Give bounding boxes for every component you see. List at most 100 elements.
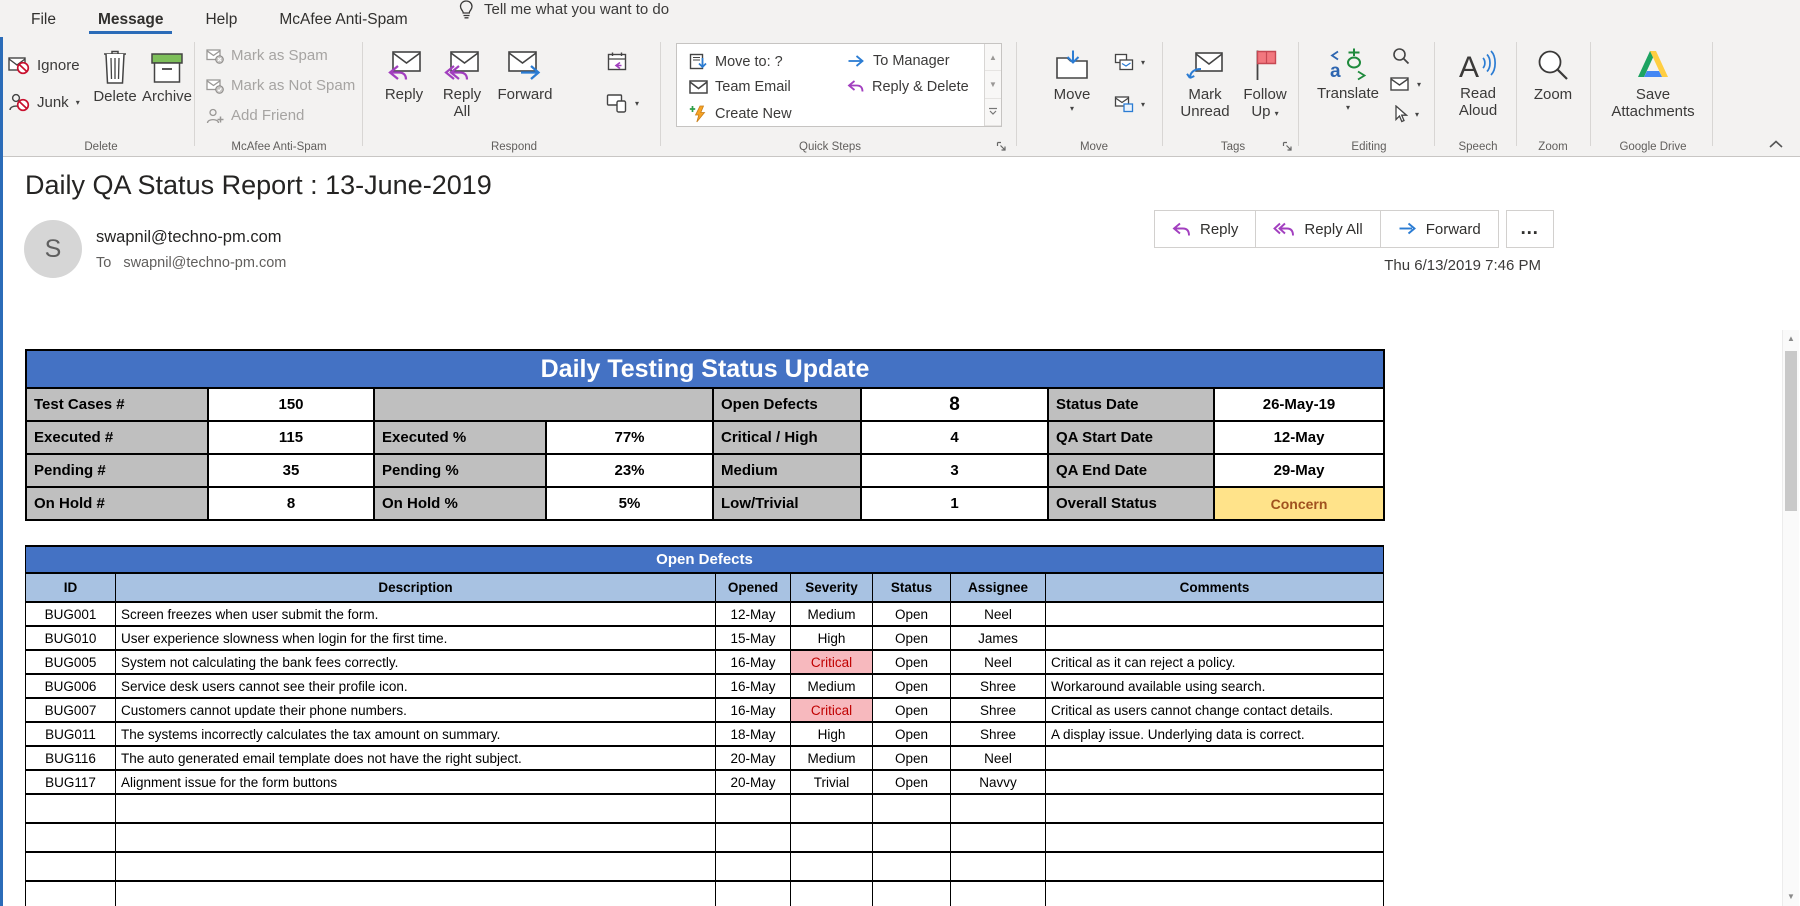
group-label-quick-steps: Quick Steps xyxy=(666,141,994,153)
summary-label: Pending % xyxy=(374,454,546,487)
reply-all-button[interactable]: Reply All xyxy=(434,43,490,120)
delete-label: Delete xyxy=(93,89,136,106)
ignore-button[interactable]: Ignore xyxy=(8,55,80,75)
scroll-down-icon[interactable]: ▼ xyxy=(985,71,1001,98)
collapse-ribbon-icon[interactable] xyxy=(1768,139,1784,149)
read-aloud-button[interactable]: A Read Aloud xyxy=(1448,42,1508,119)
defect-row-empty xyxy=(26,852,1384,881)
defect-row: BUG117Alignment issue for the form butto… xyxy=(26,770,1384,794)
defect-cell-empty xyxy=(716,794,791,823)
im-button[interactable]: ▾ xyxy=(606,93,639,113)
summary-value: 29-May xyxy=(1214,454,1384,487)
forward-button[interactable]: Forward xyxy=(494,43,556,104)
follow-up-button[interactable]: Follow Up ▾ xyxy=(1238,43,1292,120)
scrollbar-thumb[interactable] xyxy=(1785,351,1797,511)
message-scrollbar[interactable]: ▲ ▼ xyxy=(1782,330,1799,906)
zoom-button[interactable]: Zoom xyxy=(1526,43,1580,104)
defects-body: BUG001Screen freezes when user submit th… xyxy=(26,602,1384,906)
move-button[interactable]: Move ▾ xyxy=(1042,43,1102,113)
save-attachments-button[interactable]: Save Attachments xyxy=(1607,43,1699,120)
quick-step-to-manager[interactable]: To Manager xyxy=(847,53,950,69)
defect-cell: BUG011 xyxy=(26,722,116,746)
defects-header-row: IDDescriptionOpenedSeverityStatusAssigne… xyxy=(26,573,1384,602)
reply-button[interactable]: Reply xyxy=(378,43,430,104)
actions-button[interactable]: ▾ xyxy=(1114,95,1145,113)
reply-label: Reply xyxy=(385,87,423,104)
summary-value: 35 xyxy=(208,454,374,487)
quick-step-create-new[interactable]: Create New xyxy=(689,105,792,123)
defects-section-title: Open Defects xyxy=(26,546,1384,573)
find-button[interactable] xyxy=(1392,47,1410,65)
message-actions: Reply Reply All Forward … xyxy=(1155,210,1554,248)
forward-action-button[interactable]: Forward xyxy=(1380,210,1499,248)
defect-row: BUG001Screen freezes when user submit th… xyxy=(26,602,1384,626)
summary-value: 8 xyxy=(208,487,374,520)
archive-button[interactable]: Archive xyxy=(140,45,194,106)
mark-as-spam-button[interactable]: Mark as Spam xyxy=(206,47,328,64)
scroll-more-icon[interactable] xyxy=(985,99,1001,126)
rules-dropdown-icon: ▾ xyxy=(1141,58,1145,67)
mark-unread-button[interactable]: Mark Unread xyxy=(1176,43,1234,120)
sender-address[interactable]: swapnil@techno-pm.com xyxy=(96,228,282,247)
quick-step-team-email[interactable]: Team Email xyxy=(689,79,791,95)
defect-row-empty xyxy=(26,794,1384,823)
quick-step-move-to[interactable]: Move to: ? xyxy=(689,53,783,70)
sender-avatar[interactable]: S xyxy=(24,220,82,278)
defect-cell: High xyxy=(791,626,873,650)
tab-help[interactable]: Help xyxy=(184,3,258,37)
defect-cell: 15-May xyxy=(716,626,791,650)
scrollbar-down-icon[interactable]: ▼ xyxy=(1783,888,1799,905)
defects-col-opened: Opened xyxy=(716,573,791,602)
group-label-mcafee: McAfee Anti-Spam xyxy=(200,141,358,153)
reply-all-action-button[interactable]: Reply All xyxy=(1255,210,1380,248)
tab-file[interactable]: File xyxy=(10,3,77,37)
meeting-button[interactable] xyxy=(606,51,628,73)
move-label: Move xyxy=(1054,87,1091,104)
quick-step-reply-delete[interactable]: Reply & Delete xyxy=(847,79,969,95)
add-friend-button[interactable]: Add Friend xyxy=(206,107,304,124)
defect-cell: Alignment issue for the form buttons xyxy=(116,770,716,794)
scroll-up-icon[interactable]: ▲ xyxy=(985,44,1001,71)
select-icon xyxy=(1392,105,1408,123)
delete-button[interactable]: Delete xyxy=(90,45,140,106)
reply-delete-icon xyxy=(847,80,865,94)
svg-text:a: a xyxy=(1330,61,1341,81)
defect-cell-empty xyxy=(716,852,791,881)
quick-steps-box: Move to: ? Team Email Create New To Mana… xyxy=(676,43,1002,127)
quick-steps-dialog-launcher-icon[interactable] xyxy=(996,141,1007,152)
summary-label: Executed % xyxy=(374,421,546,454)
rules-button[interactable]: ▾ xyxy=(1114,53,1145,71)
translate-button[interactable]: a Translate ▾ xyxy=(1316,42,1380,112)
tell-me-box[interactable]: Tell me what you want to do xyxy=(458,0,669,26)
defect-cell: Open xyxy=(873,674,951,698)
defect-row-empty xyxy=(26,881,1384,906)
select-button[interactable]: ▾ xyxy=(1392,105,1419,123)
defects-col-description: Description xyxy=(116,573,716,602)
summary-value: 1 xyxy=(861,487,1048,520)
junk-icon xyxy=(8,92,30,112)
recipient-address[interactable]: swapnil@techno-pm.com xyxy=(123,255,286,271)
mark-as-not-spam-icon xyxy=(206,78,224,94)
google-drive-icon xyxy=(1634,43,1672,87)
junk-dropdown-icon: ▾ xyxy=(76,98,80,107)
mark-unread-icon xyxy=(1186,43,1224,87)
svg-text:A: A xyxy=(1459,51,1479,81)
forward-action-label: Forward xyxy=(1426,221,1481,238)
reply-action-button[interactable]: Reply xyxy=(1154,210,1256,248)
summary-value: 12-May xyxy=(1214,421,1384,454)
junk-button[interactable]: Junk ▾ xyxy=(8,92,80,112)
defect-cell: Critical as it can reject a policy. xyxy=(1046,650,1384,674)
tab-message[interactable]: Message xyxy=(77,3,184,37)
quick-steps-scrollbar[interactable]: ▲ ▼ xyxy=(984,44,1001,126)
defect-cell: Service desk users cannot see their prof… xyxy=(116,674,716,698)
mark-as-not-spam-button[interactable]: Mark as Not Spam xyxy=(206,77,355,94)
related-button[interactable]: ▾ xyxy=(1390,77,1421,92)
email-body: Daily Testing Status Update Test Cases #… xyxy=(25,349,1383,906)
defects-col-id: ID xyxy=(26,573,116,602)
defect-cell: 20-May xyxy=(716,770,791,794)
scrollbar-up-icon[interactable]: ▲ xyxy=(1783,330,1799,347)
tab-mcafee-anti-spam[interactable]: McAfee Anti-Spam xyxy=(258,3,428,37)
defect-cell-empty xyxy=(791,823,873,852)
more-actions-button[interactable]: … xyxy=(1506,210,1554,248)
defect-cell: Critical xyxy=(791,698,873,722)
